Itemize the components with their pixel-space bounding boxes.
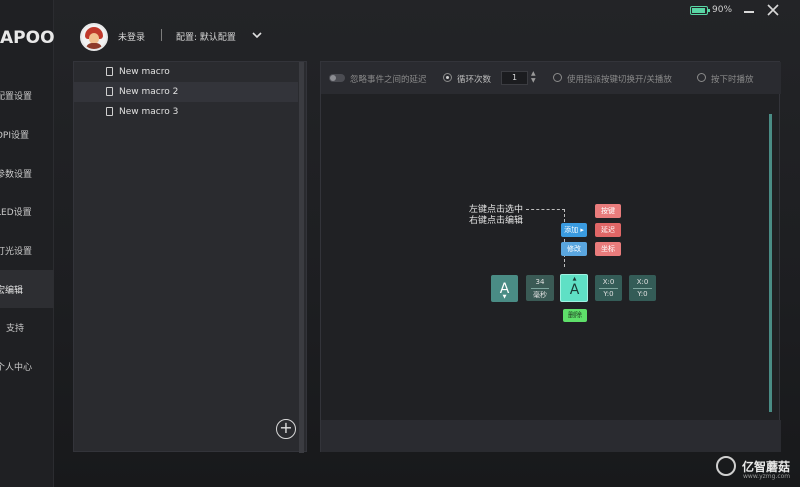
top-bar: 未登录 配置: 默认配置 90%: [54, 0, 800, 62]
login-status[interactable]: 未登录: [118, 30, 145, 43]
ignore-delay-toggle[interactable]: [329, 74, 345, 82]
macro-list-scrollbar[interactable]: [299, 62, 304, 453]
macro-list-panel: New macro New macro 2 New macro 3 +: [73, 61, 307, 453]
macro-label: New macro 3: [119, 107, 179, 117]
sidebar-item-dpi[interactable]: DPI设置: [0, 115, 54, 153]
insert-key-button[interactable]: 按键: [595, 204, 621, 218]
macro-delay-event[interactable]: 34 毫秒: [526, 275, 554, 301]
coord-y: Y:0: [603, 290, 614, 298]
sidebar-item-config[interactable]: 配置设置: [0, 76, 54, 114]
macro-list-item[interactable]: New macro: [74, 62, 298, 82]
sidebar: APOO 配置设置 DPI设置 参数设置 LED设置 灯光设置 宏编辑 支持 个…: [0, 0, 54, 487]
sidebar-item-label: 灯光设置: [0, 246, 33, 257]
sidebar-item-label: 支持: [6, 323, 25, 334]
battery-percent: 90%: [712, 5, 733, 15]
chevron-down-icon[interactable]: [251, 29, 263, 41]
sidebar-item-lighting[interactable]: 灯光设置: [0, 231, 54, 269]
sidebar-item-params[interactable]: 参数设置: [0, 154, 54, 192]
loop-count-label: 循环次数: [457, 75, 492, 85]
coord-x: X:0: [602, 278, 615, 286]
editor-scrollbar[interactable]: [769, 114, 772, 412]
hint-line-1: 左键点击选中: [469, 205, 524, 215]
macro-editor: 忽略事件之间的延迟 循环次数 1 ▲ ▼ 使用指派按键切换开/关播放 按下时播放 …: [320, 61, 781, 452]
macro-list-item[interactable]: New macro 2: [74, 82, 298, 102]
macro-coord-event[interactable]: X:0 Y:0: [595, 275, 622, 301]
delete-button[interactable]: 删除: [563, 309, 587, 322]
insert-coord-button[interactable]: 坐标: [595, 242, 621, 256]
sidebar-item-profile[interactable]: 个人中心: [0, 347, 54, 385]
delay-value: 34: [535, 278, 545, 286]
hold-play-radio[interactable]: [697, 73, 706, 82]
editor-footer: [321, 420, 781, 452]
hint-connector: [526, 209, 565, 267]
macro-options-bar: 忽略事件之间的延迟 循环次数 1 ▲ ▼ 使用指派按键切换开/关播放 按下时播放: [321, 62, 781, 94]
add-button[interactable]: 添加 ▸: [561, 223, 587, 237]
delay-unit: 毫秒: [533, 291, 547, 299]
watermark-url: www.yzmg.com: [743, 473, 791, 480]
macro-key-event-selected[interactable]: ▲ A: [560, 274, 588, 302]
macro-label: New macro: [119, 67, 170, 77]
loop-radio[interactable]: [443, 73, 452, 82]
toggle-play-radio[interactable]: [553, 73, 562, 82]
add-macro-button[interactable]: +: [276, 419, 296, 439]
sidebar-item-label: DPI设置: [0, 130, 30, 141]
watermark-logo: [716, 456, 736, 476]
key-label: A: [569, 282, 580, 298]
header-divider: [161, 29, 162, 41]
macro-key-event[interactable]: A ▼: [491, 275, 518, 302]
ignore-delay-label: 忽略事件之间的延迟: [350, 75, 427, 85]
sidebar-item-support[interactable]: 支持: [0, 308, 54, 346]
coord-x: X:0: [636, 278, 649, 286]
sidebar-item-label: 参数设置: [0, 169, 33, 180]
macro-label: New macro 2: [119, 87, 179, 97]
macro-list-item[interactable]: New macro 3: [74, 102, 298, 122]
app-window: APOO 配置设置 DPI设置 参数设置 LED设置 灯光设置 宏编辑 支持 个…: [0, 0, 800, 487]
modify-button[interactable]: 修改: [561, 242, 587, 256]
document-icon: [106, 107, 113, 116]
sidebar-item-label: 配置设置: [0, 91, 33, 102]
config-selector[interactable]: 配置: 默认配置: [176, 30, 236, 43]
battery-icon: [690, 6, 710, 15]
sidebar-item-label: 宏编辑: [0, 285, 24, 296]
edit-hint: 左键点击选中 右键点击编辑: [469, 205, 523, 227]
document-icon: [106, 67, 113, 76]
hold-play-label: 按下时播放: [711, 75, 754, 85]
minimize-button[interactable]: [744, 11, 754, 13]
close-icon[interactable]: [766, 3, 780, 20]
toggle-play-label: 使用指派按键切换开/关播放: [567, 75, 672, 85]
loop-count-input[interactable]: 1: [501, 71, 528, 85]
document-icon: [106, 87, 113, 96]
sidebar-item-label: 个人中心: [0, 362, 33, 373]
coord-y: Y:0: [637, 290, 648, 298]
macro-list: New macro New macro 2 New macro 3: [74, 62, 298, 122]
avatar[interactable]: [80, 23, 108, 51]
avatar-body: [86, 43, 102, 49]
sidebar-item-led[interactable]: LED设置: [0, 192, 54, 230]
insert-delay-button[interactable]: 延迟: [595, 223, 621, 237]
brand-logo: APOO: [0, 28, 54, 48]
key-down-arrow-icon: ▼: [502, 294, 507, 300]
hint-line-2: 右键点击编辑: [469, 216, 524, 226]
sidebar-item-macro[interactable]: 宏编辑: [0, 270, 54, 308]
macro-coord-event[interactable]: X:0 Y:0: [629, 275, 656, 301]
sidebar-item-label: LED设置: [0, 207, 32, 218]
loop-count-stepper[interactable]: ▲ ▼: [531, 70, 536, 84]
